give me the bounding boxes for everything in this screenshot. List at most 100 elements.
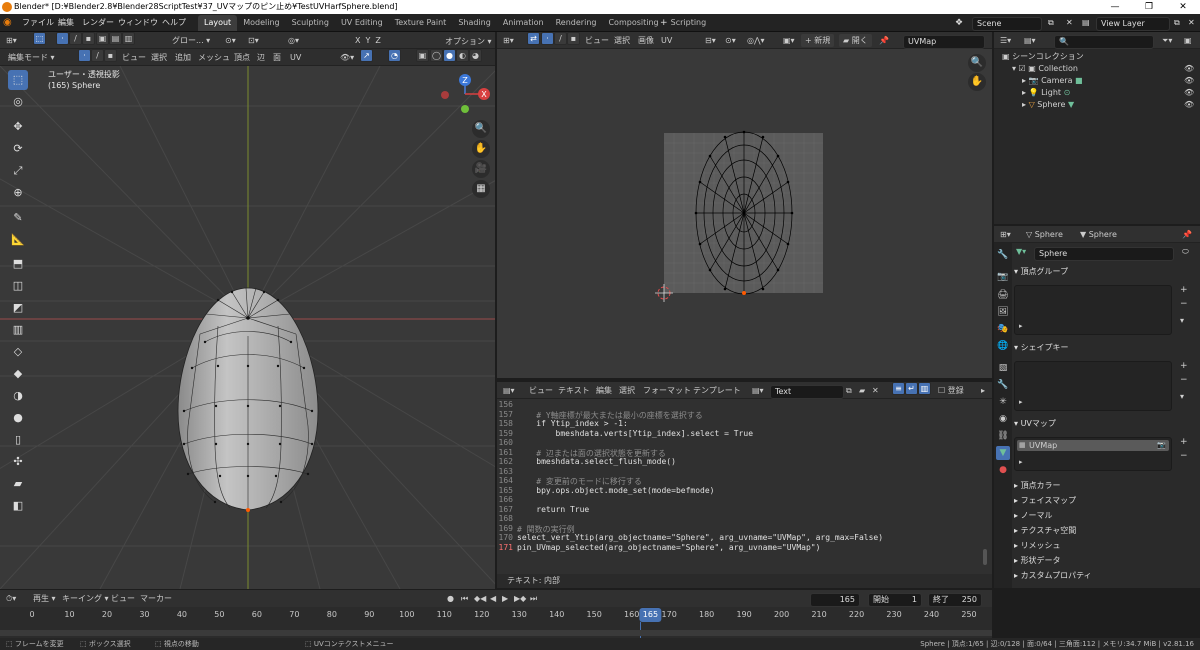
- tab-layout[interactable]: Layout: [198, 15, 238, 31]
- view-layer-tab-icon[interactable]: 🖼: [996, 305, 1010, 319]
- properties-mesh-crumb[interactable]: ▼ Sphere: [1080, 228, 1117, 241]
- blender-menu-icon[interactable]: ◉: [3, 14, 12, 32]
- menu-edge[interactable]: 辺: [257, 51, 265, 64]
- transform-orientation-dropdown[interactable]: グロー... ▾: [172, 34, 210, 47]
- vertex-group-remove-button[interactable]: −: [1180, 299, 1188, 309]
- minimize-button[interactable]: —: [1098, 0, 1132, 14]
- prev-keyframe-icon[interactable]: ◆◀: [474, 592, 486, 605]
- menu-add[interactable]: 追加: [175, 51, 191, 64]
- gizmo-y-axis[interactable]: [461, 105, 469, 113]
- menu-render[interactable]: レンダー: [82, 14, 114, 32]
- world-tab-icon[interactable]: 🌐: [996, 339, 1010, 353]
- uv-map-remove-button[interactable]: −: [1180, 451, 1188, 461]
- uv-menu-select[interactable]: 選択: [614, 34, 630, 47]
- current-frame-marker[interactable]: 165: [639, 608, 662, 622]
- tab-compositing[interactable]: Compositing: [602, 15, 664, 31]
- mode-dropdown[interactable]: 編集モード ▾: [8, 51, 55, 64]
- bevel-tool-icon[interactable]: ◩: [8, 298, 28, 318]
- new-view-layer-icon[interactable]: ⧉: [1174, 14, 1180, 32]
- timeline-menu-playback[interactable]: 再生 ▾: [33, 592, 56, 605]
- text-menu-view[interactable]: ビュー: [529, 384, 553, 397]
- camera-visibility-icon[interactable]: 👁: [1184, 76, 1194, 85]
- text-editor-type-icon[interactable]: ▤▾: [503, 384, 515, 397]
- text-menu-templates[interactable]: テンプレート: [693, 384, 741, 397]
- panel-custom-properties[interactable]: ▸ カスタムプロパティ: [1014, 569, 1179, 583]
- select-box-tool-icon[interactable]: ⬚: [8, 70, 28, 90]
- scene-tab-icon[interactable]: 🎭: [996, 322, 1010, 336]
- run-script-button[interactable]: ▸: [981, 384, 985, 397]
- 3d-viewport[interactable]: Z X ユーザー・透視投影 (165) Sphere ⬚ ◎ ✥ ⟳ ⤢ ⊕ ✎…: [0, 66, 495, 589]
- select-invert-icon[interactable]: ▥: [122, 32, 135, 45]
- text-menu-select[interactable]: 選択: [619, 384, 635, 397]
- vertex-mode-icon[interactable]: ·: [78, 49, 91, 62]
- material-shading-icon[interactable]: ◐: [456, 49, 469, 62]
- axis-z-toggle[interactable]: Z: [375, 36, 380, 45]
- outliner-row-camera[interactable]: ▸ 📷 Camera ■: [1022, 76, 1083, 85]
- tab-rendering[interactable]: Rendering: [550, 15, 603, 31]
- tab-shading[interactable]: Shading: [452, 15, 497, 31]
- menu-select[interactable]: 選択: [151, 51, 167, 64]
- properties-object-crumb[interactable]: ▽ Sphere: [1026, 228, 1063, 241]
- transform-tool-icon[interactable]: ⊕: [8, 183, 28, 203]
- word-wrap-toggle-icon[interactable]: ↵: [905, 382, 918, 395]
- timeline-menu-view[interactable]: ビュー: [111, 592, 135, 605]
- text-name-field[interactable]: Text: [770, 385, 844, 399]
- overlay-icon[interactable]: ◔: [388, 49, 401, 62]
- rotate-tool-icon[interactable]: ⟳: [8, 139, 28, 159]
- panel-texture-space[interactable]: ▸ テクスチャ空間: [1014, 524, 1179, 538]
- uv-editor-type-icon[interactable]: ⊞▾: [503, 34, 514, 47]
- sphere-visibility-icon[interactable]: 👁: [1184, 100, 1194, 109]
- play-icon[interactable]: ▶: [502, 592, 508, 605]
- camera-view-icon[interactable]: 🎥: [472, 160, 490, 178]
- syntax-highlight-toggle-icon[interactable]: ▥: [918, 382, 931, 395]
- snap-icon[interactable]: ⊡▾: [248, 34, 259, 47]
- panel-shape-keys[interactable]: ▾ シェイプキー: [1014, 341, 1179, 355]
- uv-menu-image[interactable]: 画像: [638, 34, 654, 47]
- menu-view[interactable]: ビュー: [122, 51, 146, 64]
- uv-new-image-button[interactable]: + 新規: [801, 34, 835, 47]
- shear-tool-icon[interactable]: ▰: [8, 474, 28, 494]
- maximize-button[interactable]: ❐: [1132, 0, 1166, 14]
- cursor-tool-icon[interactable]: ◎: [8, 92, 28, 112]
- wireframe-shading-icon[interactable]: ◯: [430, 49, 443, 62]
- uv-display-icon[interactable]: ▣▾: [783, 34, 795, 47]
- scene-field[interactable]: Scene: [972, 17, 1042, 31]
- light-visibility-icon[interactable]: 👁: [1184, 88, 1194, 97]
- shrink-tool-icon[interactable]: ✣: [8, 452, 28, 472]
- face-select-icon[interactable]: ▪: [82, 32, 95, 45]
- uvmap-list-item[interactable]: ▦ UVMap 📷: [1017, 440, 1169, 451]
- physics-tab-icon[interactable]: ◉: [996, 412, 1010, 426]
- uv-pan-hand-icon[interactable]: ✋: [968, 73, 986, 91]
- inset-tool-icon[interactable]: ◫: [8, 276, 28, 296]
- uv-zoom-icon[interactable]: 🔍: [968, 54, 986, 72]
- tab-sculpting[interactable]: Sculpting: [286, 15, 335, 31]
- view-layer-field[interactable]: View Layer: [1096, 17, 1170, 31]
- constraints-tab-icon[interactable]: ⛓: [996, 429, 1010, 443]
- properties-type-icon[interactable]: ⊞▾: [1000, 228, 1011, 241]
- uv-menu-uv[interactable]: UV: [661, 34, 672, 47]
- edge-slide-tool-icon[interactable]: ▯: [8, 430, 28, 450]
- xray-icon[interactable]: ▣: [416, 49, 429, 62]
- proportional-edit-icon[interactable]: ◎▾: [288, 34, 299, 47]
- close-button[interactable]: ✕: [1166, 0, 1200, 14]
- rendered-shading-icon[interactable]: ◕: [469, 49, 482, 62]
- panel-uv-maps[interactable]: ▾ UVマップ: [1014, 417, 1179, 431]
- smooth-tool-icon[interactable]: ●: [8, 408, 28, 428]
- select-subtract-icon[interactable]: ▤: [109, 32, 122, 45]
- scale-tool-icon[interactable]: ⤢: [8, 161, 28, 181]
- vertex-group-add-button[interactable]: +: [1180, 285, 1188, 295]
- panel-remesh[interactable]: ▸ リメッシュ: [1014, 539, 1179, 553]
- material-tab-icon[interactable]: ●: [996, 463, 1010, 477]
- scene-collection-row[interactable]: ▣ シーンコレクション: [1002, 51, 1084, 62]
- edge-mode-icon[interactable]: /: [91, 49, 104, 62]
- record-button-icon[interactable]: ●: [447, 592, 454, 605]
- text-new-icon[interactable]: ⧉: [846, 384, 852, 397]
- tab-modeling[interactable]: Modeling: [237, 15, 285, 31]
- text-browse-icon[interactable]: ▤▾: [752, 384, 764, 397]
- fake-user-icon[interactable]: ⬭: [1182, 247, 1189, 257]
- face-mode-icon[interactable]: ▪: [104, 49, 117, 62]
- timeline-menu-marker[interactable]: マーカー: [140, 592, 172, 605]
- measure-tool-icon[interactable]: 📐: [8, 230, 28, 250]
- uv-menu-view[interactable]: ビュー: [585, 34, 609, 47]
- delete-view-layer-icon[interactable]: ✕: [1188, 14, 1195, 32]
